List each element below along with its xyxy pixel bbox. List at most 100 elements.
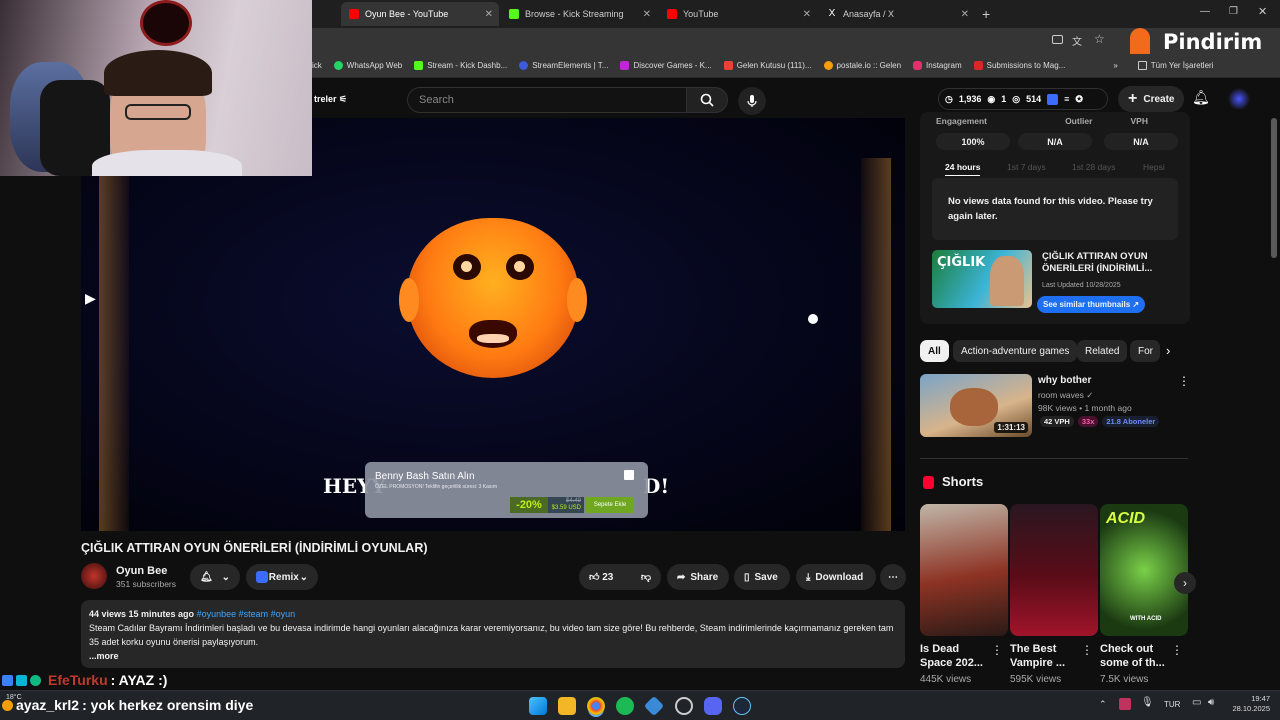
search-button[interactable] [686, 87, 728, 113]
chrome-icon[interactable] [587, 697, 605, 715]
avatar[interactable] [1228, 88, 1250, 110]
video-description[interactable]: 44 views 15 minutes ago #oyunbee #steam … [81, 600, 905, 668]
bookmark-streamelements[interactable]: StreamElements | T... [519, 61, 608, 70]
badge-icon [30, 674, 41, 686]
remix-button[interactable]: Remix ⌄ [246, 564, 318, 590]
bookmarks-more-button[interactable]: » [1113, 61, 1117, 70]
more-vertical-icon[interactable]: ⋮ [1171, 643, 1183, 657]
minimize-button[interactable]: — [1200, 6, 1210, 17]
app-icon[interactable] [643, 695, 665, 717]
windows-start-icon[interactable] [529, 697, 547, 715]
time-tab-24h[interactable]: 24 hours [945, 162, 981, 176]
chips-next-chevron-icon[interactable]: › [1166, 343, 1170, 358]
share-button[interactable]: ➦ Share [667, 564, 729, 590]
discord-icon[interactable] [704, 697, 722, 715]
chip-action-adventure[interactable]: Action-adventure games [953, 340, 1078, 362]
more-vertical-icon[interactable]: ⋮ [1081, 643, 1093, 657]
play-pointer-icon[interactable]: ▶ [85, 290, 96, 307]
youtube-icon [667, 9, 677, 19]
add-to-cart-button[interactable]: Sepete Ekle [586, 497, 634, 513]
time-tab-7d[interactable]: 1st 7 days [1007, 162, 1046, 172]
close-tab-icon[interactable]: ✕ [485, 9, 493, 20]
voice-search-button[interactable] [738, 87, 766, 115]
system-clock[interactable]: 19:47 28.10.2025 [1226, 694, 1270, 714]
thumbs-down-icon: 👎︎ [640, 572, 651, 583]
translate-icon[interactable]: 文 [1072, 33, 1082, 48]
short-title[interactable]: Check out some of th... [1100, 642, 1168, 670]
see-similar-thumbnails-button[interactable]: See similar thumbnails ↗ [1037, 296, 1146, 313]
tray-app-icon[interactable] [1119, 698, 1131, 710]
spotify-icon[interactable] [616, 697, 634, 715]
hashtags[interactable]: #oyunbee #steam #oyun [197, 609, 296, 619]
chip-all[interactable]: All [920, 340, 949, 362]
bookmark-star-icon[interactable]: ☆ [1094, 32, 1105, 46]
search-input[interactable]: Search [407, 87, 687, 113]
close-tab-icon[interactable]: ✕ [803, 9, 811, 20]
subscribe-bell-button[interactable]: 🔔︎ ⌄ [190, 564, 240, 590]
bookmark-instagram[interactable]: Instagram [913, 61, 962, 70]
chip-related[interactable]: Related [1077, 340, 1128, 362]
bookmark-postale[interactable]: postale.io :: Gelen [823, 61, 901, 70]
bookmark-gmail[interactable]: Gelen Kutusu (111)... [723, 61, 812, 70]
file-explorer-icon[interactable] [558, 697, 576, 715]
all-bookmarks-button[interactable]: Tüm Yer İşaretleri [1137, 61, 1213, 70]
chip-for-you[interactable]: For [1130, 340, 1160, 362]
short-title[interactable]: Is Dead Space 202... [920, 642, 988, 670]
tab-kick[interactable]: Browse - Kick Streaming ✕ [501, 2, 657, 26]
scrollbar-thumb[interactable] [1271, 118, 1277, 258]
bookmark-item[interactable]: ick [312, 61, 322, 70]
create-button[interactable]: + Create [1118, 86, 1185, 112]
filters-button[interactable]: treler ⚟ [314, 94, 347, 105]
steam-icon[interactable] [733, 697, 751, 715]
clock-icon: ◷ [945, 93, 953, 104]
more-vertical-icon[interactable]: ⋮ [1178, 374, 1190, 388]
recommended-title[interactable]: why bother [1038, 375, 1091, 386]
analytics-headers: Engagement Outlier VPH [936, 116, 1148, 126]
extension-stats[interactable]: ◷ 1,936 ◉ 1 ◎ 514 ≡ ✪ [938, 88, 1108, 110]
tab-oyun-bee[interactable]: Oyun Bee - YouTube ✕ [341, 2, 499, 26]
dislike-button[interactable]: 👎︎ [641, 571, 651, 583]
save-button[interactable]: ▯ Save [734, 564, 790, 590]
short-thumbnail[interactable] [1010, 504, 1098, 636]
close-window-button[interactable]: ✕ [1258, 5, 1267, 18]
bookmark-discover-games[interactable]: Discover Games - K... [620, 61, 712, 70]
new-tab-button[interactable]: + [982, 6, 990, 22]
recommended-channel[interactable]: room waves ✓ [1038, 390, 1093, 401]
input-language[interactable]: TUR [1164, 700, 1180, 709]
notifications-bell-icon[interactable]: 🔔︎ [1192, 89, 1210, 106]
tab-x[interactable]: X Anasayfa / X ✕ [819, 2, 975, 26]
cast-icon[interactable] [1052, 35, 1063, 44]
shorts-next-button[interactable]: › [1174, 572, 1196, 594]
short-title[interactable]: The Best Vampire ... [1010, 642, 1078, 670]
channel-avatar[interactable] [81, 563, 107, 589]
close-tab-icon[interactable]: ✕ [643, 9, 651, 20]
maximize-button[interactable]: ❐ [1229, 6, 1238, 17]
tray-mic-icon[interactable]: 🎙︎ [1141, 697, 1154, 708]
time-tab-28d[interactable]: 1st 28 days [1072, 162, 1115, 172]
channel-name[interactable]: Oyun Bee [116, 565, 167, 577]
short-thumbnail[interactable]: ACID WITH ACID [1100, 504, 1188, 636]
tab-youtube[interactable]: YouTube ✕ [659, 2, 817, 26]
video-thumbnail[interactable]: ÇIĞLIK [932, 250, 1032, 308]
volume-icon[interactable]: 🔊︎ [1208, 697, 1214, 708]
bookmark-submissions[interactable]: Submissions to Mag... [973, 61, 1065, 70]
chevron-down-icon: ⌄ [299, 571, 308, 583]
show-more-button[interactable]: ...more [89, 649, 897, 663]
face-eye [453, 254, 481, 280]
promo-price-box: $4.49 $3.59 USD [548, 497, 584, 513]
steam-promo-popup[interactable]: Benny Bash Satın Alın ÖZEL PROMOSYON! Te… [365, 462, 648, 518]
like-button[interactable]: 👍︎ 23 [589, 571, 613, 583]
bookmark-whatsapp[interactable]: WhatsApp Web [333, 61, 402, 70]
more-actions-button[interactable]: ⋯ [880, 564, 906, 590]
more-vertical-icon[interactable]: ⋮ [991, 643, 1003, 657]
short-thumbnail[interactable] [920, 504, 1008, 636]
time-tab-all[interactable]: Hepsi [1143, 162, 1165, 172]
network-icon[interactable]: ▭ [1192, 697, 1201, 708]
tray-chevron-icon[interactable]: ⌃ [1099, 699, 1107, 710]
bookmark-kick-dashboard[interactable]: Stream - Kick Dashb... [414, 61, 507, 70]
download-button[interactable]: ⤓ Download [796, 564, 876, 590]
obs-icon[interactable] [675, 697, 693, 715]
close-tab-icon[interactable]: ✕ [961, 9, 969, 20]
recommended-thumbnail[interactable]: 1:31:13 [920, 374, 1032, 437]
award-icon: ✪ [1075, 93, 1083, 104]
